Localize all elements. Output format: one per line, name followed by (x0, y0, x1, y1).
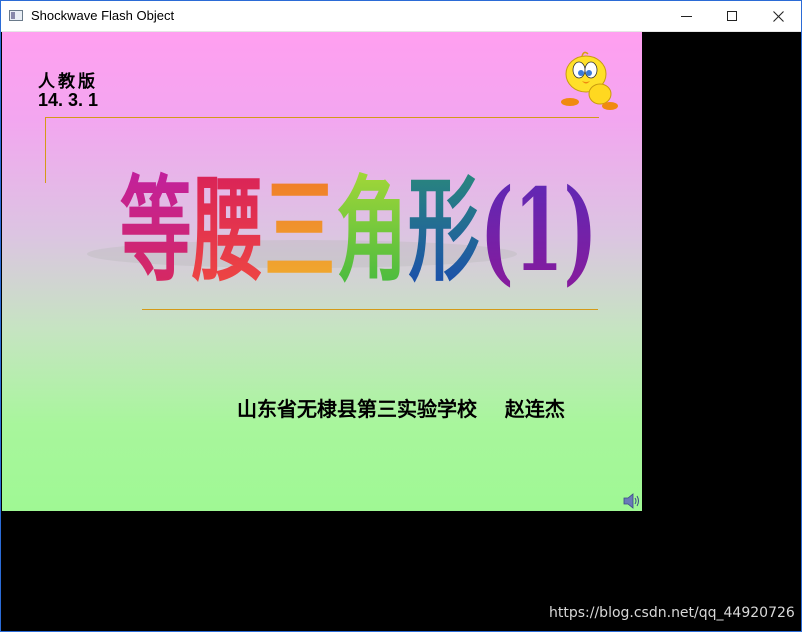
title-char-3: 三 (264, 165, 335, 298)
author-line: 山东省无棣县第三实验学校 赵连杰 (237, 397, 565, 421)
minimize-button[interactable] (663, 1, 709, 31)
close-button[interactable] (755, 1, 801, 31)
cartoon-bird-icon (561, 51, 618, 110)
window-title: Shockwave Flash Object (31, 8, 175, 23)
watermark-text: https://blog.csdn.net/qq_44920726 (549, 605, 795, 621)
title-char-5: 形 (408, 165, 479, 298)
slide-title: 等 腰 三 角 形 (1) (87, 165, 597, 298)
title-char-2: 腰 (191, 165, 263, 298)
title-char-6: (1) (480, 165, 597, 298)
app-window-icon (9, 10, 23, 21)
title-bar[interactable]: Shockwave Flash Object (1, 1, 801, 32)
title-char-4: 角 (336, 165, 407, 298)
flash-stage[interactable]: 人教版 14. 3. 1 等 腰 三 角 形 (1) 山东省无棣县第三实验学校 … (2, 32, 642, 511)
speaker-icon[interactable] (622, 492, 640, 510)
maximize-button[interactable] (709, 1, 755, 31)
flash-window: Shockwave Flash Object 人教版 14. 3. 1 等 腰 … (0, 0, 802, 632)
close-icon (772, 10, 784, 22)
title-char-1: 等 (120, 165, 191, 298)
minimize-icon (680, 15, 692, 17)
maximize-icon (727, 11, 737, 21)
